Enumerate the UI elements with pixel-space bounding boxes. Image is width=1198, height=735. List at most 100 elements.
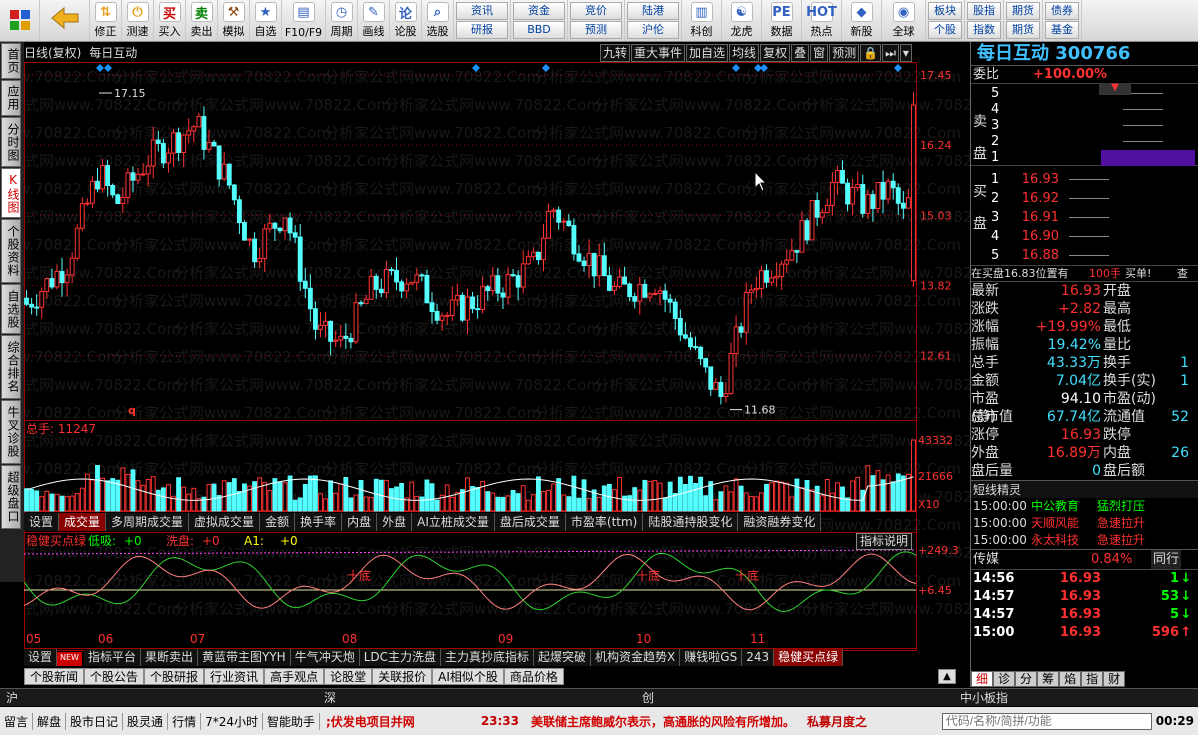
right-tab-5[interactable]: 指 — [1081, 671, 1104, 687]
right-tab-0[interactable]: 细 — [971, 671, 994, 687]
alert-row-1[interactable]: 15:00:00 天顺风能 急速拉升 — [971, 515, 1198, 532]
tb-button-2[interactable]: 买买入 — [154, 0, 186, 41]
tb-pair2-0-0[interactable]: 板块 — [928, 1, 962, 20]
period-label[interactable]: 日线(复权) — [24, 46, 81, 60]
chart-tool-1[interactable]: 重大事件 — [631, 44, 686, 62]
chart-tool-4[interactable]: 复权 — [760, 44, 791, 62]
vol-tab-1[interactable]: 成交量 — [59, 513, 107, 531]
sector-name[interactable]: 传媒 — [971, 550, 1091, 569]
ind-tab-4[interactable]: 牛气冲天炮 — [290, 649, 360, 666]
tb2-button-1[interactable]: ☯ 龙虎 — [722, 0, 762, 41]
ind-tab-2[interactable]: 果断卖出 — [140, 649, 198, 666]
scroll-up-button[interactable]: ▲ — [938, 669, 956, 684]
info-tab-5[interactable]: 论股堂 — [324, 668, 373, 685]
status-item-4[interactable]: 行情 — [168, 712, 202, 730]
chart-tool-9[interactable]: ⏭ — [882, 44, 899, 62]
vol-tab-7[interactable]: 外盘 — [377, 513, 413, 531]
sidetab-2[interactable]: 分时图 — [1, 117, 21, 167]
status-item-1[interactable]: 解盘 — [33, 712, 67, 730]
chart-tool-7[interactable]: 预测 — [829, 44, 860, 62]
chart-tool-2[interactable]: 加自选 — [686, 44, 729, 62]
sector-more[interactable]: 同行 — [1151, 550, 1182, 569]
tb-button-6[interactable]: ▤ F10/F9 — [282, 0, 326, 41]
vol-tab-8[interactable]: AI立桩成交量 — [412, 513, 495, 531]
news-ticker-2[interactable]: 美联储主席鲍威尔表示，高通胀的风险有所增加。 — [525, 713, 801, 730]
info-tab-8[interactable]: 商品价格 — [503, 668, 564, 685]
right-tab-6[interactable]: 财 — [1103, 671, 1126, 687]
alert-row-2[interactable]: 15:00:00 永太科技 急速拉升 — [971, 532, 1198, 549]
ind-tab-6[interactable]: 主力真抄底指标 — [441, 649, 535, 666]
tb2-button-2[interactable]: PE 数据 — [762, 0, 802, 41]
vol-tab-12[interactable]: 融资融券变化 — [738, 513, 822, 531]
sidetab-7[interactable]: 牛叉诊股 — [1, 400, 21, 464]
home-button[interactable] — [0, 0, 40, 41]
vol-tab-2[interactable]: 多周期成交量 — [106, 513, 190, 531]
status-item-2[interactable]: 股市日记 — [66, 712, 124, 730]
search-input[interactable] — [941, 712, 1152, 730]
ind-tab-8[interactable]: 机构资金趋势X — [591, 649, 681, 666]
kline-chart[interactable]: 17.4516.2415.0313.8212.61分析家公式网www.70822… — [24, 42, 970, 652]
vol-tab-11[interactable]: 陆股通持股变化 — [643, 513, 739, 531]
sidetab-6[interactable]: 综合排名 — [1, 335, 21, 399]
vol-tab-0[interactable]: 设置 — [24, 513, 60, 531]
vol-tab-4[interactable]: 金额 — [260, 513, 296, 531]
news-ticker-3[interactable]: 私募月度之 — [801, 713, 873, 730]
tb-pair-2-1[interactable]: 预测 — [570, 21, 622, 40]
market-index-1[interactable]: 深 — [318, 689, 636, 706]
tb-pair2-3-1[interactable]: 基金 — [1045, 21, 1079, 40]
indicator-help-button[interactable]: 指标说明 — [856, 533, 913, 550]
tb-pair2-3-0[interactable]: 债券 — [1045, 1, 1079, 20]
ind-tab-11[interactable]: 稳健买点绿 — [774, 649, 844, 666]
ind-tab-5[interactable]: LDC主力洗盘 — [359, 649, 442, 666]
tb-button-10[interactable]: ⌕ 选股 — [422, 0, 454, 41]
info-tab-2[interactable]: 个股研报 — [144, 668, 205, 685]
sidetab-8[interactable]: 超级盘口 — [1, 465, 21, 529]
ind-tab-3[interactable]: 黄蓝带主图YYH — [198, 649, 291, 666]
info-tab-6[interactable]: 关联报价 — [372, 668, 433, 685]
tb-pair2-2-1[interactable]: 期货 — [1006, 21, 1040, 40]
vol-tab-6[interactable]: 内盘 — [342, 513, 378, 531]
vol-tab-3[interactable]: 虚拟成交量 — [189, 513, 261, 531]
tb-button-8[interactable]: ✎ 画线 — [358, 0, 390, 41]
tb2-button-0[interactable]: ▥ 科创 — [682, 0, 722, 41]
tb-pair-0-0[interactable]: 资讯 — [456, 1, 508, 20]
tb-pair2-2-0[interactable]: 期货 — [1006, 1, 1040, 20]
chart-tool-5[interactable]: 叠 — [791, 44, 810, 62]
tb-pair-3-0[interactable]: 陆港 — [627, 1, 679, 20]
chart-tool-6[interactable]: 窗 — [810, 44, 829, 62]
info-tab-4[interactable]: 高手观点 — [264, 668, 325, 685]
tb-button-7[interactable]: ◷ 周期 — [326, 0, 358, 41]
right-tab-3[interactable]: 筹 — [1037, 671, 1060, 687]
tb-pair2-1-0[interactable]: 股指 — [967, 1, 1001, 20]
sidetab-3[interactable]: K线图 — [1, 168, 21, 218]
vol-tab-10[interactable]: 市盈率(ttm) — [565, 513, 644, 531]
tb-button-4[interactable]: ⚒ 模拟 — [218, 0, 250, 41]
chart-tool-8[interactable]: 🔒 — [860, 44, 882, 62]
tb-pair2-1-1[interactable]: 指数 — [967, 21, 1001, 40]
info-tab-3[interactable]: 行业资讯 — [204, 668, 265, 685]
chart-tool-10[interactable]: ▾ — [899, 44, 912, 62]
sidetab-0[interactable]: 首页 — [1, 43, 21, 79]
market-index-2[interactable]: 创 — [636, 689, 954, 706]
tb-pair-3-1[interactable]: 沪伦 — [627, 21, 679, 40]
market-index-0[interactable]: 沪 — [0, 689, 318, 706]
info-tab-0[interactable]: 个股新闻 — [24, 668, 85, 685]
status-item-0[interactable]: 留言 — [0, 712, 34, 730]
chart-tool-0[interactable]: 九转 — [600, 44, 631, 62]
back-button[interactable] — [40, 0, 90, 41]
status-item-6[interactable]: 智能助手 — [263, 712, 320, 730]
right-tab-2[interactable]: 分 — [1015, 671, 1038, 687]
status-item-5[interactable]: 7*24小时 — [201, 712, 263, 730]
news-ticker-1[interactable]: ;伏发电项目并网 — [320, 713, 421, 730]
info-tab-7[interactable]: AI相似个股 — [432, 668, 504, 685]
tb-pair-0-1[interactable]: 研报 — [456, 21, 508, 40]
right-tab-1[interactable]: 诊 — [993, 671, 1016, 687]
tb2-button-3[interactable]: HOT 热点 — [802, 0, 842, 41]
tb-button-0[interactable]: ⇅ 修正 — [90, 0, 122, 41]
info-tab-1[interactable]: 个股公告 — [84, 668, 145, 685]
sidetab-1[interactable]: 应用 — [1, 80, 21, 116]
tb2-button-4[interactable]: ◆ 新股 — [842, 0, 882, 41]
right-tab-4[interactable]: 焰 — [1059, 671, 1082, 687]
sidetab-5[interactable]: 自选股 — [1, 284, 21, 334]
status-item-3[interactable]: 股灵通 — [123, 712, 169, 730]
